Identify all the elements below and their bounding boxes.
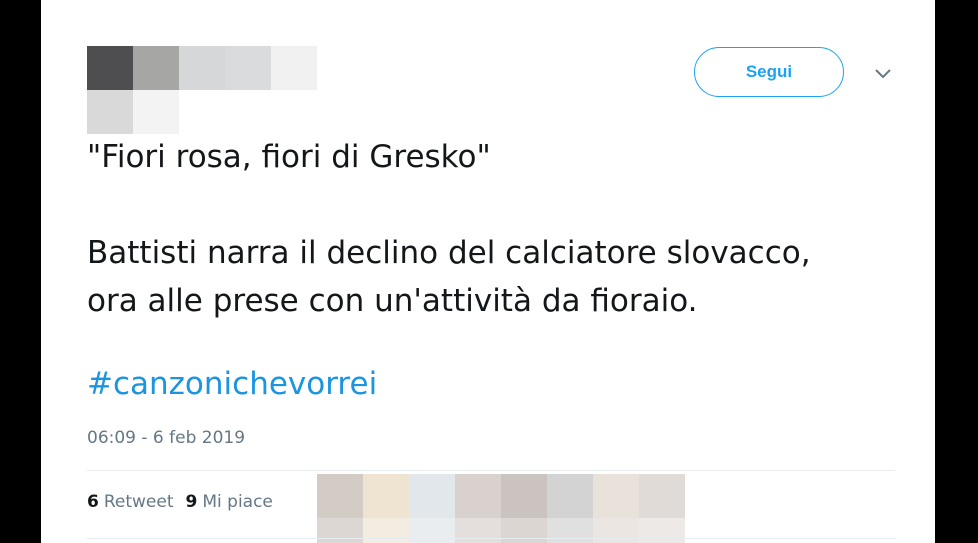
tweet-stats: 6 Retweet 9 Mi piace (87, 490, 273, 514)
chevron-down-icon[interactable] (871, 62, 895, 86)
likes-stat[interactable]: 9 Mi piace (186, 490, 273, 514)
tweet-timestamp[interactable]: 06:09 - 6 feb 2019 (87, 426, 245, 450)
follow-button[interactable]: Segui (694, 47, 844, 97)
tweet-card: Segui "Fiori rosa, fiori di Gresko" Batt… (41, 0, 935, 543)
hashtag-link[interactable]: #canzonichevorrei (87, 360, 377, 408)
tweet-text: "Fiori rosa, fiori di Gresko" Battisti n… (87, 133, 917, 325)
likes-label: Mi piace (202, 492, 273, 512)
author-blurred[interactable] (87, 46, 317, 136)
tweet-line-3: ora alle prese con un'attività da fiorai… (87, 283, 698, 319)
tweet-line-2: Battisti narra il declino del calciatore… (87, 235, 811, 271)
tweet-line-1: "Fiori rosa, fiori di Gresko" (87, 139, 491, 175)
divider-top (87, 470, 895, 471)
retweets-stat[interactable]: 6 Retweet (87, 490, 174, 514)
divider-bottom (87, 538, 895, 539)
likes-count: 9 (185, 492, 198, 512)
retweets-label: Retweet (103, 492, 174, 512)
retweets-count: 6 (87, 492, 99, 512)
likers-avatars-blurred[interactable] (317, 474, 689, 543)
